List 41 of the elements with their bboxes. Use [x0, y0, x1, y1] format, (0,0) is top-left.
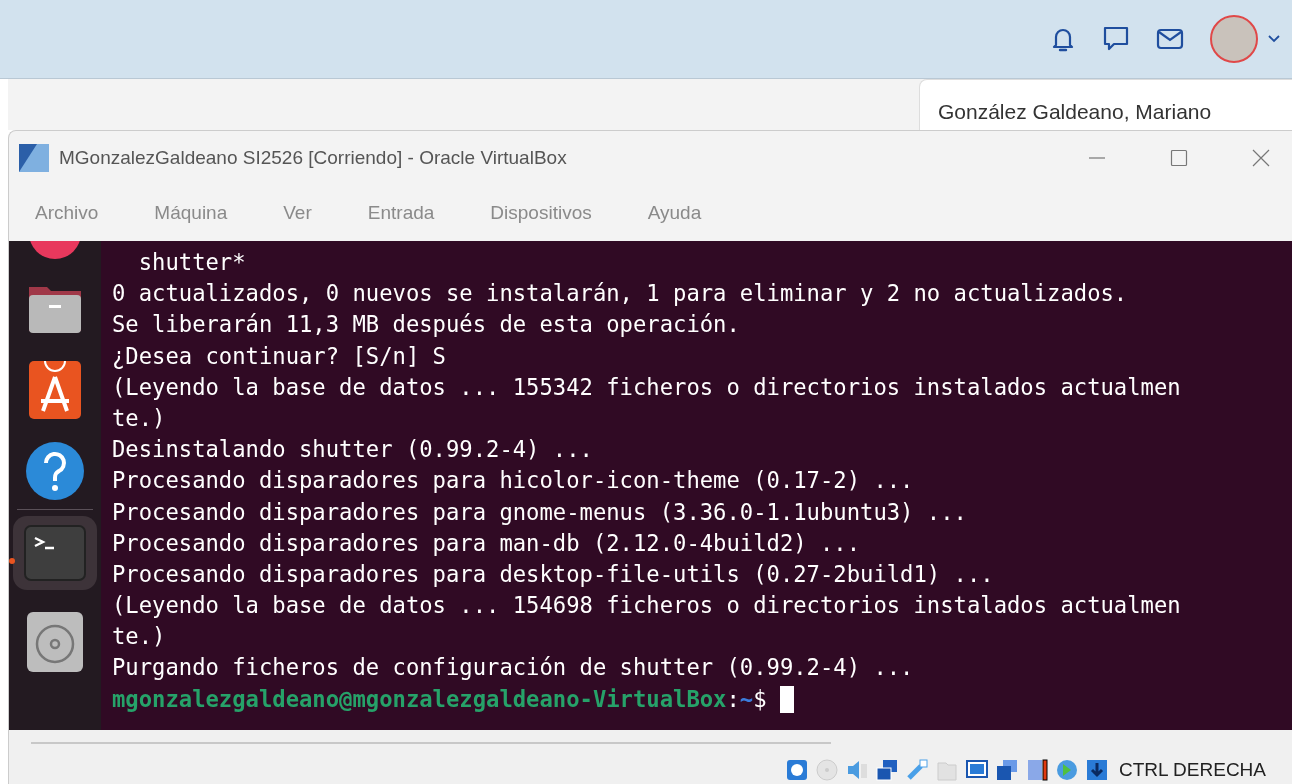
terminal-line: (Leyendo la base de datos ... 155342 ficheros o directorios instalados actualmen	[112, 373, 1181, 400]
windows-icon[interactable]	[994, 758, 1019, 782]
terminal-line: te.)	[112, 623, 166, 650]
terminal-line: Procesando disparadores para hicolor-icon-theme (0.17-2) ...	[112, 467, 914, 494]
terminal-line: Se liberarán 11,3 MB después de esta operación.	[112, 311, 740, 338]
terminal-line: te.)	[112, 404, 166, 431]
prompt-user-host: mgonzalezgaldeano@mgonzalezgaldeano-VirtualBox	[112, 685, 727, 712]
terminal-line: Desinstalando shutter (0.99.2-4) ...	[112, 436, 593, 463]
terminal-line: Procesando disparadores para man-db (2.12.0-4build2) ...	[112, 529, 861, 556]
window-title: MGonzalezGaldeano SI2526 [Corriendo] - Oracle VirtualBox	[59, 147, 568, 169]
menu-item[interactable]: Entrada	[367, 202, 435, 224]
maximize-icon[interactable]	[1170, 149, 1188, 167]
terminal-icon	[23, 524, 87, 582]
chevron-down-icon[interactable]	[1268, 35, 1280, 43]
prompt-symbol: $	[753, 685, 767, 712]
download-icon[interactable]	[1084, 758, 1109, 782]
menu-item[interactable]: Máquina	[154, 202, 228, 224]
menu-item[interactable]: Dispositivos	[490, 202, 592, 224]
avatar[interactable]	[1210, 15, 1258, 63]
host-key-label: CTRL DERECHA	[1118, 759, 1266, 781]
menu-item[interactable]: Ver	[283, 202, 312, 224]
terminal-line: shutter*	[137, 249, 246, 275]
menu-item[interactable]: Archivo	[35, 202, 99, 224]
terminal-line: Procesando disparadores para gnome-menus (3.36.0-1.1ubuntu3) ...	[112, 498, 967, 525]
help-icon[interactable]	[25, 441, 85, 501]
chat-icon[interactable]	[1102, 25, 1130, 53]
text-cursor	[779, 685, 794, 713]
prompt-separator: :	[726, 685, 740, 712]
app-icon	[19, 144, 49, 172]
mail-icon[interactable]	[1156, 28, 1184, 50]
terminal-line: ¿Desea continuar? [S/n] S	[112, 342, 446, 369]
network-icon[interactable]	[874, 758, 899, 782]
terminal-line: Procesando disparadores para desktop-file-utils (0.27-2build1) ...	[112, 560, 994, 587]
terminal-line: Purgando ficheros de configuración de shutter (0.99.2-4) ...	[112, 654, 914, 681]
close-icon[interactable]	[1252, 149, 1270, 167]
user-name-label: González Galdeano, Mariano	[919, 79, 1292, 130]
terminal-line: (Leyendo la base de datos ... 154698 ficheros o directorios instalados actualmen	[112, 592, 1181, 619]
terminal-line: 0 actualizados, 0 nuevos se instalarán, 1 para eliminar y 2 no actualizados.	[112, 280, 1128, 307]
running-indicator	[9, 558, 15, 564]
menu-item[interactable]: Ayuda	[647, 202, 702, 224]
prompt-path: ~	[739, 685, 754, 712]
